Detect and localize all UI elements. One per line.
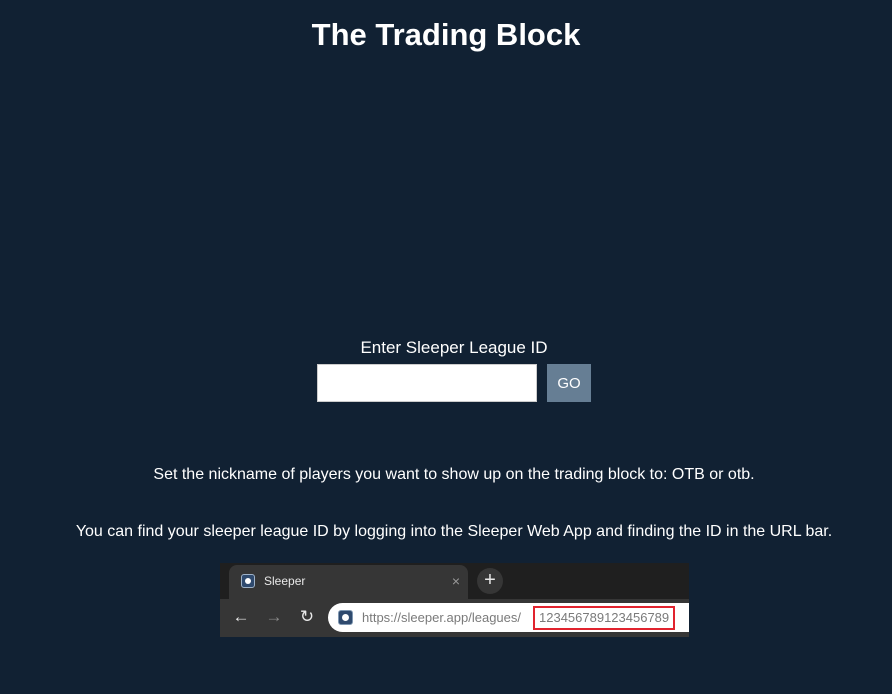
find-league-id-instructions: You can find your sleeper league ID by l…	[75, 523, 833, 540]
url-bar: https://sleeper.app/leagues/ 12345678912…	[328, 603, 689, 632]
browser-url-example-image: Sleeper × + ← → ↻ https://sleeper.app/le…	[220, 563, 689, 637]
back-arrow-icon: ←	[232, 607, 250, 626]
browser-tab: Sleeper ×	[229, 565, 468, 599]
url-base-text: https://sleeper.app/leagues/	[362, 610, 522, 625]
go-button[interactable]: GO	[547, 364, 591, 402]
sleeper-favicon-icon	[241, 574, 255, 588]
reload-icon: ↻	[299, 607, 315, 626]
browser-tab-title: Sleeper	[264, 574, 306, 588]
page-title: The Trading Block	[311, 17, 581, 52]
page: The Trading Block Enter Sleeper League I…	[0, 0, 892, 694]
nickname-instructions: Set the nickname of players you want to …	[153, 466, 755, 483]
url-league-id-highlight: 123456789123456789	[533, 606, 676, 630]
league-id-label: Enter Sleeper League ID	[360, 338, 548, 357]
league-id-input[interactable]	[317, 364, 537, 402]
forward-arrow-icon: →	[265, 607, 283, 626]
sleeper-favicon-icon	[338, 610, 353, 625]
plus-icon: +	[477, 568, 503, 594]
browser-toolbar: ← → ↻ https://sleeper.app/leagues/ 12345…	[220, 599, 689, 637]
close-icon: ×	[451, 573, 460, 589]
